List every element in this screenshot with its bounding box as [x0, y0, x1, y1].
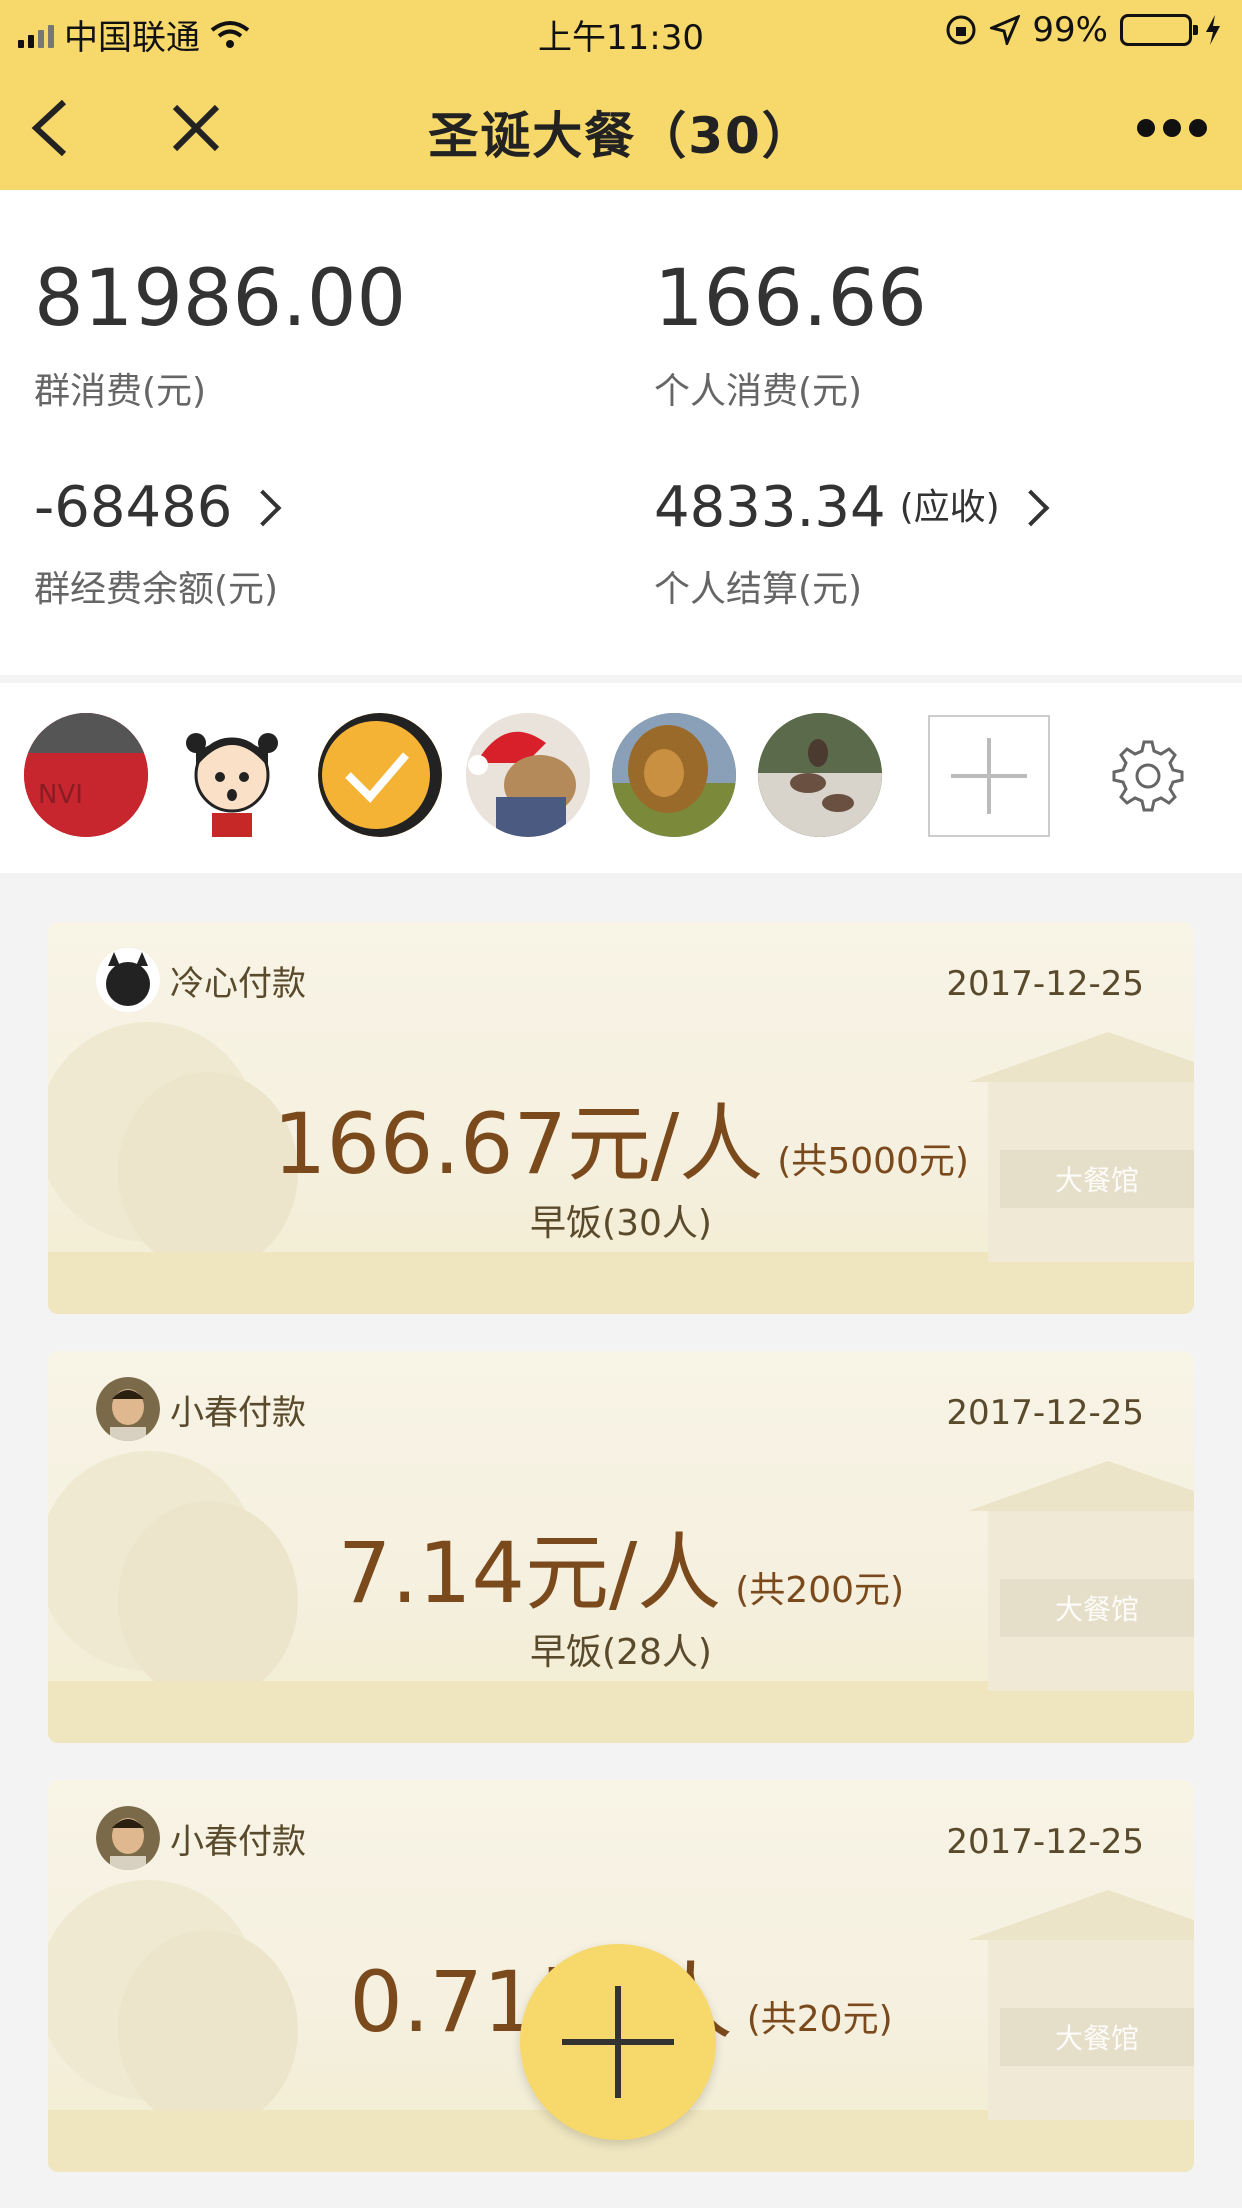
- payer-name: 小春付款: [170, 1392, 306, 1433]
- member-avatar[interactable]: [758, 713, 882, 837]
- more-icon: [1137, 119, 1207, 137]
- meal-label: 早饭(30人): [530, 1203, 712, 1244]
- expense-date: 2017-12-25: [946, 1393, 1144, 1433]
- status-bar: 中国联通 上午11:30 99%: [0, 0, 1242, 60]
- personal-spend-value: 166.66: [654, 254, 927, 344]
- payer-name: 冷心付款: [170, 963, 306, 1004]
- expense-amount: 166.67元/人 (共5000元): [48, 1102, 1194, 1186]
- personal-spend-label: 个人消费(元): [654, 371, 863, 412]
- group-fund-label: 群经费余额(元): [34, 569, 279, 610]
- member-avatar[interactable]: [318, 713, 442, 837]
- member-avatar[interactable]: [612, 713, 736, 837]
- svg-text:NVI: NVI: [38, 780, 83, 810]
- member-row: NVI: [0, 683, 1242, 873]
- expense-total: (共20元): [746, 1999, 893, 2040]
- personal-settle-note: (应收): [899, 487, 1000, 528]
- nav-bar: 圣诞大餐（30）: [0, 66, 1242, 190]
- expense-card[interactable]: 冷心付款 2017-12-25 大餐馆 166.67元/人 (共5000元) 早饭…: [48, 922, 1194, 1314]
- charging-icon: [1206, 15, 1220, 45]
- per-person-amount: 166.67元/人: [273, 1095, 764, 1193]
- battery-icon: [1120, 14, 1198, 46]
- expense-total: (共5000元): [777, 1141, 969, 1182]
- member-avatar[interactable]: NVI: [24, 713, 148, 837]
- summary-panel: 81986.00 群消费(元) 166.66 个人消费(元) -68486 群经…: [0, 190, 1242, 675]
- group-spend-label: 群消费(元): [34, 371, 207, 412]
- more-button[interactable]: [1122, 92, 1222, 164]
- member-avatar[interactable]: [466, 713, 590, 837]
- expense-card[interactable]: 小春付款 2017-12-25 大餐馆 7.14元/人 (共200元) 早饭(28…: [48, 1351, 1194, 1743]
- expense-date: 2017-12-25: [946, 964, 1144, 1004]
- location-icon: [990, 15, 1021, 45]
- expense-amount: 7.14元/人 (共200元): [48, 1531, 1194, 1615]
- add-member-button[interactable]: [928, 715, 1050, 837]
- orientation-lock-icon: [946, 15, 976, 45]
- payer: 冷心付款: [96, 948, 306, 1012]
- payer: 小春付款: [96, 1806, 306, 1870]
- group-spend: 81986.00 群消费(元): [34, 260, 406, 414]
- chevron-right-icon: [1012, 489, 1050, 527]
- meal-label: 早饭(28人): [530, 1632, 712, 1673]
- top-bar: 中国联通 上午11:30 99% 圣诞大餐（30）: [0, 0, 1242, 190]
- chevron-right-icon: [244, 489, 282, 527]
- member-avatar[interactable]: [170, 713, 294, 837]
- personal-settle-label: 个人结算(元): [654, 569, 863, 610]
- group-spend-value: 81986.00: [34, 254, 407, 344]
- group-fund-value: -68486: [34, 475, 233, 540]
- battery-percent: 99%: [1032, 10, 1108, 50]
- settings-gear-icon[interactable]: [1110, 738, 1186, 814]
- personal-settle-value: 4833.34: [654, 475, 886, 540]
- personal-spend: 166.66 个人消费(元): [654, 260, 927, 414]
- group-fund-balance[interactable]: -68486 群经费余额(元): [34, 475, 282, 612]
- personal-settlement[interactable]: 4833.34 (应收) 个人结算(元): [654, 475, 1050, 612]
- expense-total: (共200元): [735, 1570, 905, 1611]
- per-person-amount: 7.14元/人: [337, 1524, 722, 1622]
- expense-date: 2017-12-25: [946, 1822, 1144, 1862]
- payer-avatar: [96, 1377, 160, 1441]
- page-title: 圣诞大餐（30）: [428, 107, 814, 165]
- payer-avatar: [96, 948, 160, 1012]
- add-expense-button[interactable]: [520, 1944, 716, 2140]
- payer-name: 小春付款: [170, 1821, 306, 1862]
- payer-avatar: [96, 1806, 160, 1870]
- payer: 小春付款: [96, 1377, 306, 1441]
